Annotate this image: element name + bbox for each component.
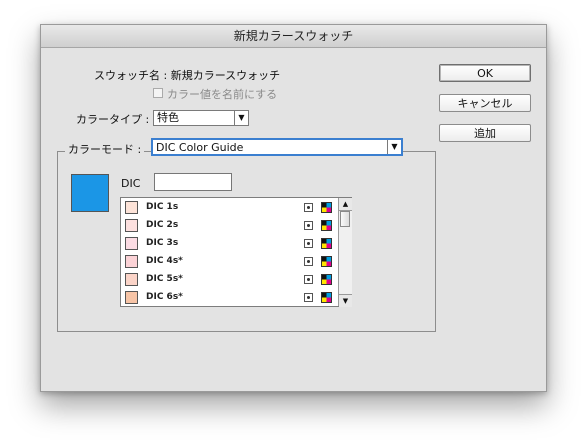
swatch-name: DIC 4s*	[146, 256, 183, 266]
color-chip	[125, 273, 138, 286]
swatch-name: DIC 3s	[146, 238, 179, 248]
cmyk-mode-icon	[321, 238, 332, 249]
spot-color-icon	[304, 203, 313, 212]
swatch-name-label: スウォッチ名 : 新規カラースウォッチ	[94, 69, 281, 82]
list-item[interactable]: DIC 2s	[121, 217, 338, 235]
dic-number-input[interactable]	[154, 173, 232, 191]
cmyk-mode-icon	[321, 274, 332, 285]
color-value-name-checkbox-label: カラー値を名前にする	[167, 88, 278, 101]
swatch-name: DIC 5s*	[146, 274, 183, 284]
scroll-up-icon[interactable]: ▲	[339, 198, 352, 211]
swatch-name: DIC 6s*	[146, 292, 183, 302]
cmyk-mode-icon	[321, 202, 332, 213]
new-color-swatch-dialog: 新規カラースウォッチ スウォッチ名 : 新規カラースウォッチ カラー値を名前にす…	[40, 24, 547, 392]
spot-color-icon	[304, 221, 313, 230]
color-chip	[125, 237, 138, 250]
dic-swatch-list[interactable]: DIC 1s DIC 2s DIC 3s DIC 4s* DIC 5s* DIC 6s* …	[120, 197, 352, 307]
swatch-name: DIC 1s	[146, 202, 179, 212]
color-mode-value: DIC Color Guide	[156, 141, 244, 154]
cmyk-mode-icon	[321, 220, 332, 231]
chevron-down-icon: ▼	[234, 111, 248, 125]
color-preview-swatch	[71, 174, 109, 212]
color-type-label: カラータイプ :	[76, 113, 150, 126]
cancel-button[interactable]: キャンセル	[439, 94, 531, 112]
list-item[interactable]: DIC 4s*	[121, 253, 338, 271]
cmyk-mode-icon	[321, 256, 332, 267]
color-value-name-checkbox[interactable]	[153, 88, 163, 98]
scroll-down-icon[interactable]: ▼	[339, 294, 352, 307]
color-mode-select[interactable]: DIC Color Guide ▼	[151, 138, 403, 156]
list-item[interactable]: DIC 1s	[121, 199, 338, 217]
spot-color-icon	[304, 293, 313, 302]
spot-color-icon	[304, 257, 313, 266]
scroll-thumb[interactable]	[340, 211, 350, 227]
color-type-value: 特色	[157, 111, 179, 124]
color-mode-label: カラーモード :	[65, 141, 145, 157]
swatch-name: DIC 2s	[146, 220, 179, 230]
chevron-down-icon: ▼	[387, 140, 401, 154]
spot-color-icon	[304, 239, 313, 248]
dialog-title: 新規カラースウォッチ	[41, 25, 546, 48]
list-item[interactable]: DIC 5s*	[121, 271, 338, 289]
ok-button[interactable]: OK	[439, 64, 531, 82]
color-chip	[125, 219, 138, 232]
color-chip	[125, 201, 138, 214]
cmyk-mode-icon	[321, 292, 332, 303]
color-type-select[interactable]: 特色 ▼	[153, 110, 249, 126]
dic-label: DIC	[121, 177, 141, 190]
spot-color-icon	[304, 275, 313, 284]
color-chip	[125, 255, 138, 268]
scrollbar[interactable]: ▲ ▼	[338, 198, 352, 307]
add-button[interactable]: 追加	[439, 124, 531, 142]
list-item[interactable]: DIC 6s*	[121, 289, 338, 307]
list-item[interactable]: DIC 3s	[121, 235, 338, 253]
color-chip	[125, 291, 138, 304]
